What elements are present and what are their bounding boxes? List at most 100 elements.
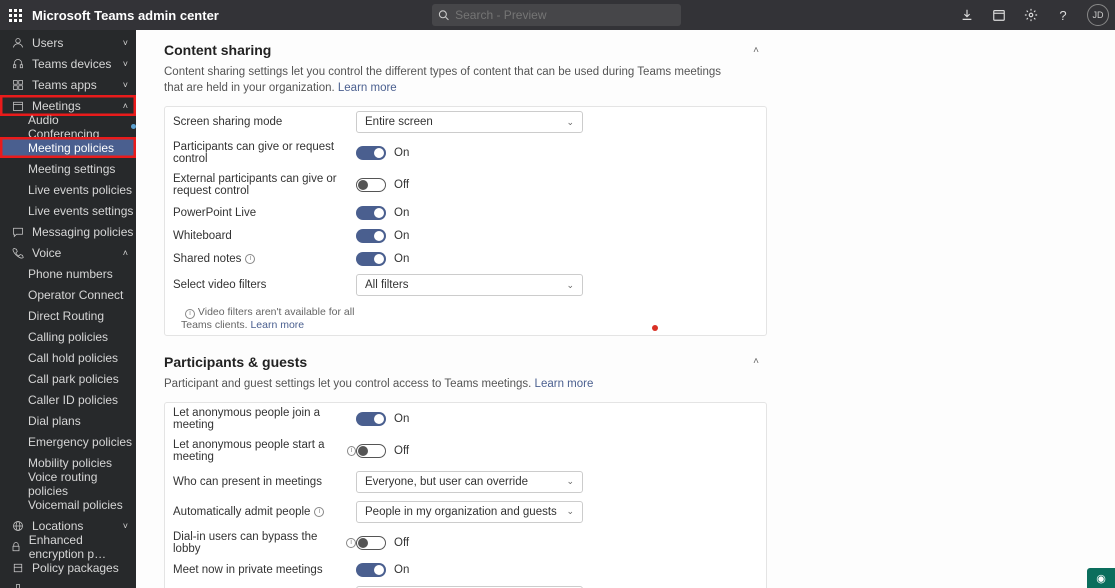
sidebar-item-teams-devices[interactable]: Teams devices˅ bbox=[0, 53, 136, 74]
settings-card: Let anonymous people join a meetingOnLet… bbox=[164, 402, 767, 588]
sidebar-subitem-meeting-policies[interactable]: Meeting policies bbox=[0, 137, 136, 158]
setting-row-dial-in-users-can-bypass-the-lobby: Dial-in users can bypass the lobbyi Off bbox=[165, 527, 766, 559]
sidebar-subitem-calling-policies[interactable]: Calling policies bbox=[0, 326, 136, 347]
toggle-switch[interactable] bbox=[356, 252, 386, 266]
section-description: Participant and guest settings let you c… bbox=[164, 376, 724, 392]
sidebar-subitem-live-events-policies[interactable]: Live events policies bbox=[0, 179, 136, 200]
toggle-state-label: On bbox=[394, 230, 409, 242]
toggle-switch[interactable] bbox=[356, 178, 386, 192]
toggle-state-label: Off bbox=[394, 445, 409, 457]
setting-label: Participants can give or request control bbox=[173, 141, 356, 165]
toggle-state-label: On bbox=[394, 413, 409, 425]
sidebar-item-voice[interactable]: Voice˄ bbox=[0, 242, 136, 263]
app-title: Microsoft Teams admin center bbox=[32, 8, 219, 23]
sidebar-item-policy-packages[interactable]: Policy packages bbox=[0, 557, 136, 578]
toggle-state-label: Off bbox=[394, 537, 409, 549]
chevron-up-icon[interactable]: ˄ bbox=[753, 45, 759, 56]
select-dropdown[interactable]: Everyone, but user can override⌄ bbox=[356, 471, 583, 493]
sidebar-subitem-live-events-settings[interactable]: Live events settings bbox=[0, 200, 136, 221]
sidebar-subitem-dial-plans[interactable]: Dial plans bbox=[0, 410, 136, 431]
sidebar-subitem-meeting-settings[interactable]: Meeting settings bbox=[0, 158, 136, 179]
info-icon[interactable]: i bbox=[346, 538, 356, 548]
sidebar-subitem-operator-connect[interactable]: Operator Connect bbox=[0, 284, 136, 305]
filter-note: i Video filters aren't available for all… bbox=[173, 306, 356, 331]
setting-row-participants-can-give-or-request-control: Participants can give or request control… bbox=[165, 137, 766, 169]
alert-icon bbox=[10, 583, 26, 588]
sidebar-subitem-emergency-policies[interactable]: Emergency policies bbox=[0, 431, 136, 452]
toggle-switch[interactable] bbox=[356, 146, 386, 160]
calendar-icon bbox=[10, 100, 26, 112]
info-icon[interactable]: i bbox=[245, 254, 255, 264]
setting-row-external-participants-can-give-or-request-control: External participants can give or reques… bbox=[165, 169, 766, 201]
toggle-switch[interactable] bbox=[356, 536, 386, 550]
chevron-up-icon: ˄ bbox=[123, 101, 128, 111]
chevron-down-icon: ⌄ bbox=[566, 280, 574, 291]
search-input[interactable] bbox=[455, 8, 675, 22]
chat-icon bbox=[10, 226, 26, 238]
learn-more-link[interactable]: Learn more bbox=[250, 319, 304, 331]
info-icon[interactable]: i bbox=[314, 507, 324, 517]
setting-row-shared-notes: Shared notesi On bbox=[165, 247, 766, 270]
user-avatar[interactable]: JD bbox=[1087, 4, 1109, 26]
sidebar-subitem-caller-id-policies[interactable]: Caller ID policies bbox=[0, 389, 136, 410]
learn-more-link[interactable]: Learn more bbox=[535, 378, 594, 390]
setting-row-who-can-present-in-meetings: Who can present in meetingsEveryone, but… bbox=[165, 467, 766, 497]
help-fab[interactable]: ◉ bbox=[1087, 568, 1115, 588]
setting-label: Let anonymous people join a meeting bbox=[173, 407, 356, 431]
toggle-state-label: On bbox=[394, 564, 409, 576]
package-icon bbox=[10, 562, 26, 574]
toggle-switch[interactable] bbox=[356, 206, 386, 220]
settings-icon[interactable] bbox=[1023, 7, 1039, 23]
setting-label: Who can present in meetings bbox=[173, 476, 356, 488]
learn-more-link[interactable]: Learn more bbox=[338, 82, 397, 94]
phone-icon bbox=[10, 247, 26, 259]
setting-label: Select video filters bbox=[173, 279, 356, 291]
setting-label: Let anonymous people start a meetingi bbox=[173, 439, 356, 463]
setting-label: Dial-in users can bypass the lobbyi bbox=[173, 531, 356, 555]
section-description: Content sharing settings let you control… bbox=[164, 64, 724, 96]
select-dropdown[interactable]: People in my organization and guests⌄ bbox=[356, 501, 583, 523]
select-dropdown[interactable]: Entire screen⌄ bbox=[356, 111, 583, 133]
apps-icon bbox=[10, 79, 26, 91]
toggle-switch[interactable] bbox=[356, 412, 386, 426]
sidebar: Users˅Teams devices˅Teams apps˅Meetings˄… bbox=[0, 30, 136, 588]
section-title: Participants & guests bbox=[164, 354, 307, 370]
sidebar-subitem-phone-numbers[interactable]: Phone numbers bbox=[0, 263, 136, 284]
chevron-up-icon[interactable]: ˄ bbox=[753, 356, 759, 367]
sidebar-subitem-call-park-policies[interactable]: Call park policies bbox=[0, 368, 136, 389]
sidebar-item-alert[interactable] bbox=[0, 578, 136, 588]
sidebar-subitem-audio-conferencing[interactable]: Audio Conferencing bbox=[0, 116, 136, 137]
setting-label: Meet now in private meetings bbox=[173, 564, 356, 576]
toggle-switch[interactable] bbox=[356, 563, 386, 577]
sidebar-item-users[interactable]: Users˅ bbox=[0, 32, 136, 53]
globe-icon bbox=[10, 520, 26, 532]
calendar-icon[interactable] bbox=[991, 7, 1007, 23]
info-icon[interactable]: i bbox=[347, 446, 356, 456]
section-title: Content sharing bbox=[164, 42, 271, 58]
sidebar-subitem-voice-routing-policies[interactable]: Voice routing policies bbox=[0, 473, 136, 494]
chevron-down-icon: ⌄ bbox=[566, 117, 574, 128]
search-box[interactable] bbox=[432, 4, 681, 26]
sidebar-item-enhanced-encryption-p-[interactable]: Enhanced encryption p… bbox=[0, 536, 136, 557]
app-launcher-icon[interactable] bbox=[0, 0, 30, 30]
select-dropdown[interactable]: All filters⌄ bbox=[356, 274, 583, 296]
help-icon[interactable]: ? bbox=[1055, 7, 1071, 23]
sidebar-item-teams-apps[interactable]: Teams apps˅ bbox=[0, 74, 136, 95]
toggle-state-label: On bbox=[394, 253, 409, 265]
toggle-switch[interactable] bbox=[356, 229, 386, 243]
setting-row-powerpoint-live: PowerPoint LiveOn bbox=[165, 201, 766, 224]
sidebar-subitem-direct-routing[interactable]: Direct Routing bbox=[0, 305, 136, 326]
toggle-state-label: Off bbox=[394, 179, 409, 191]
download-icon[interactable] bbox=[959, 7, 975, 23]
sidebar-item-messaging-policies[interactable]: Messaging policies bbox=[0, 221, 136, 242]
setting-row-let-anonymous-people-start-a-meeting: Let anonymous people start a meetingi Off bbox=[165, 435, 766, 467]
search-icon bbox=[438, 9, 449, 21]
setting-row-screen-sharing-mode: Screen sharing modeEntire screen⌄ bbox=[165, 107, 766, 137]
sidebar-subitem-call-hold-policies[interactable]: Call hold policies bbox=[0, 347, 136, 368]
sidebar-subitem-voicemail-policies[interactable]: Voicemail policies bbox=[0, 494, 136, 515]
toggle-state-label: On bbox=[394, 207, 409, 219]
setting-label: Shared notesi bbox=[173, 253, 356, 265]
setting-row-let-anonymous-people-join-a-meeting: Let anonymous people join a meeting On bbox=[165, 403, 766, 435]
toggle-switch[interactable] bbox=[356, 444, 386, 458]
setting-row-live-captions: Live captionsNot enabled but the user ca… bbox=[165, 582, 766, 588]
